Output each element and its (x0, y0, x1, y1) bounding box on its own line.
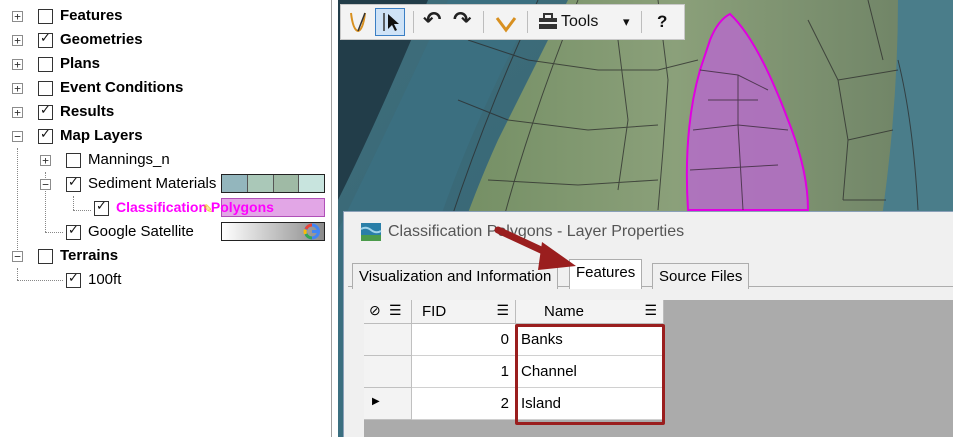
tree-item-plans[interactable]: Plans (60, 55, 100, 72)
map-layers-checkbox[interactable] (38, 127, 53, 144)
filter-settings-icon[interactable]: ☰ (389, 302, 402, 319)
expand-plans-icon[interactable]: + (12, 59, 23, 70)
classification-polygons-checkbox[interactable] (94, 199, 109, 216)
tools-menu-button[interactable]: Tools (561, 8, 598, 36)
sediment-materials-checkbox[interactable] (66, 175, 81, 192)
features-checkbox[interactable] (38, 9, 53, 24)
tree-item-100ft[interactable]: 100ft (88, 271, 121, 288)
cell-value: 0 (500, 331, 509, 348)
expand-features-icon[interactable]: + (12, 11, 23, 22)
column-filter-icon[interactable]: ☰ (644, 302, 657, 319)
toolbar-separator (641, 11, 642, 33)
tree-connector (73, 210, 91, 211)
select-arrow-icon (383, 13, 399, 31)
google-satellite-legend (221, 222, 325, 241)
column-header-name[interactable]: Name ☰ (516, 300, 664, 324)
tree-item-classification-polygons[interactable]: Classification Polygons (116, 199, 274, 215)
toolbar-separator (483, 11, 484, 33)
draw-polyline-icon[interactable] (347, 8, 369, 36)
tree-item-map-layers[interactable]: Map Layers (60, 127, 143, 144)
tab-source-files[interactable]: Source Files (652, 263, 750, 289)
collapse-terrains-icon[interactable]: − (12, 251, 23, 262)
row-header[interactable] (364, 324, 412, 356)
tree-connector (17, 280, 63, 281)
terrains-checkbox[interactable] (38, 249, 53, 264)
tree-item-mannings-n[interactable]: Mannings_n (88, 151, 170, 168)
map-layers-tree: + Features + Geometries + Plans + Event … (0, 0, 332, 437)
expand-results-icon[interactable]: + (12, 107, 23, 118)
undo-icon[interactable]: ↶ (423, 8, 445, 36)
tree-item-sediment-materials[interactable]: Sediment Materials (88, 175, 216, 192)
layer-properties-dialog: Classification Polygons - Layer Properti… (343, 211, 953, 437)
column-label-fid: FID (422, 303, 447, 320)
tree-connector (17, 148, 18, 260)
tree-item-terrains[interactable]: Terrains (60, 247, 118, 264)
google-satellite-checkbox[interactable] (66, 223, 81, 240)
toolbox-icon (539, 13, 557, 29)
tree-connector (73, 196, 74, 210)
tree-connector (45, 232, 63, 233)
google-logo-icon (303, 223, 320, 240)
pencil-edit-icon[interactable]: ✎ (203, 202, 213, 216)
tree-connector (17, 268, 18, 280)
collapse-map-layers-icon[interactable]: − (12, 131, 23, 142)
expand-event-conditions-icon[interactable]: + (12, 83, 23, 94)
swatch-color (222, 175, 248, 192)
plans-checkbox[interactable] (38, 57, 53, 72)
column-header-fid[interactable]: FID ☰ (412, 300, 516, 324)
cell-value: 1 (500, 363, 509, 380)
table-corner-header[interactable]: ⊘ ☰ (364, 300, 412, 324)
terrain-100ft-checkbox[interactable] (66, 271, 81, 288)
tools-dropdown-arrow-icon[interactable]: ▾ (623, 8, 630, 36)
swatch-color (299, 175, 324, 192)
measure-tool-icon[interactable] (493, 8, 519, 36)
table-cell-fid[interactable]: 1 (412, 356, 516, 388)
tree-item-results[interactable]: Results (60, 103, 114, 120)
collapse-sediment-icon[interactable]: − (40, 179, 51, 190)
expand-mannings-icon[interactable]: + (40, 155, 51, 166)
column-filter-icon[interactable]: ☰ (496, 302, 509, 319)
cell-value: 2 (500, 395, 509, 412)
help-button[interactable]: ? (657, 8, 667, 36)
mannings-checkbox[interactable] (66, 153, 81, 168)
geometries-checkbox[interactable] (38, 31, 53, 48)
event-conditions-checkbox[interactable] (38, 81, 53, 96)
table-cell-fid[interactable]: 0 (412, 324, 516, 356)
tree-item-geometries[interactable]: Geometries (60, 31, 143, 48)
tree-item-google-satellite[interactable]: Google Satellite (88, 223, 194, 240)
tree-item-features[interactable]: Features (60, 7, 123, 24)
map-toolbar: ↶ ↷ Tools ▾ ? (340, 4, 685, 40)
toolbar-separator (413, 11, 414, 33)
row-header-current[interactable]: ▶ (364, 388, 412, 420)
dialog-app-icon (360, 223, 382, 241)
row-header[interactable] (364, 356, 412, 388)
name-column-highlight-box (515, 324, 665, 425)
expand-geometries-icon[interactable]: + (12, 35, 23, 46)
select-tool-button[interactable] (375, 8, 405, 36)
current-row-icon: ▶ (372, 396, 380, 407)
tree-item-event-conditions[interactable]: Event Conditions (60, 79, 183, 96)
column-label-name: Name (544, 303, 585, 320)
hide-columns-icon[interactable]: ⊘ (369, 302, 381, 319)
swatch-color (273, 175, 300, 192)
table-cell-fid[interactable]: 2 (412, 388, 516, 420)
annotation-arrow-icon (494, 226, 576, 270)
swatch-color (247, 175, 274, 192)
sediment-legend-swatch (221, 174, 325, 193)
toolbar-separator (527, 11, 528, 33)
results-checkbox[interactable] (38, 103, 53, 120)
redo-icon[interactable]: ↷ (453, 8, 475, 36)
